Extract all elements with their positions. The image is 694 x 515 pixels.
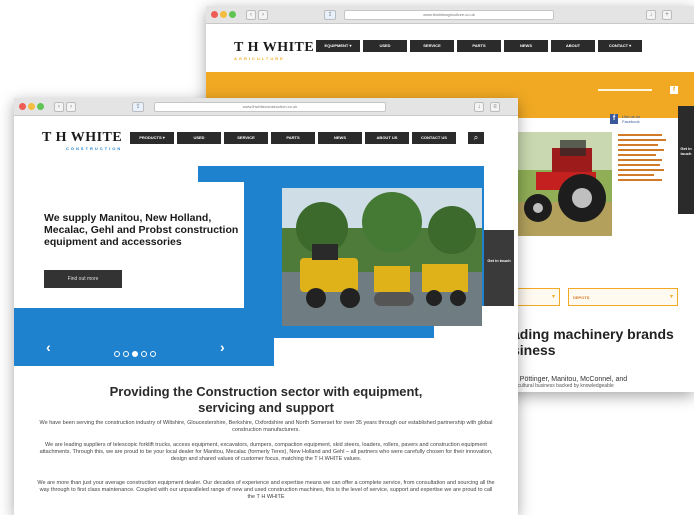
- minimize-window-button[interactable]: [220, 11, 227, 18]
- depot-select[interactable]: DEPOTS ▾: [568, 288, 678, 306]
- nav-item-products[interactable]: PRODUCTS ▾: [130, 132, 174, 144]
- zoom-window-button[interactable]: [229, 11, 236, 18]
- get-in-touch-tab[interactable]: Get in touch: [678, 106, 694, 214]
- nav-item-equipment[interactable]: EQUIPMENT ▾: [316, 40, 360, 52]
- nav-item-contact-us[interactable]: CONTACT US: [412, 132, 456, 144]
- select-left[interactable]: ▾: [514, 288, 560, 306]
- nav-item-parts[interactable]: PARTS: [457, 40, 501, 52]
- section-heading-line1: ading machinery brands: [512, 326, 674, 342]
- slider-dot[interactable]: [150, 351, 156, 357]
- close-window-button[interactable]: [19, 103, 26, 110]
- slider-prev-arrow[interactable]: ‹: [46, 340, 51, 354]
- browser-toolbar: ‹ › ⇪ www.thwhiteagriculture.co.uk ↓ +: [206, 6, 694, 24]
- body-line-2: gricultural business backed by knowledge…: [512, 383, 614, 389]
- nav-item-about-us[interactable]: ABOUT US: [365, 132, 409, 144]
- search-icon[interactable]: ⌕: [468, 132, 484, 144]
- facebook-icon[interactable]: f: [610, 114, 618, 124]
- address-bar[interactable]: www.thwhiteagriculture.co.uk: [344, 10, 554, 20]
- browser-toolbar: ‹ › ⇪ www.thwhiteconstruction.co.uk ↓ ≡: [14, 98, 518, 116]
- download-icon[interactable]: ↓: [646, 10, 656, 20]
- forward-nav-button[interactable]: ›: [66, 102, 76, 112]
- logo-subtitle: CONSTRUCTION: [66, 146, 123, 151]
- nav-item-service[interactable]: SERVICE: [410, 40, 454, 52]
- address-bar[interactable]: www.thwhiteconstruction.co.uk: [154, 102, 386, 112]
- find-out-more-button[interactable]: Find out more: [44, 270, 122, 288]
- slider-dot[interactable]: [141, 351, 147, 357]
- get-in-touch-tab[interactable]: Get in touch: [484, 230, 514, 306]
- chevron-down-icon: ▾: [669, 294, 673, 300]
- logo-text: T H WHITE: [234, 40, 315, 55]
- slider-dot[interactable]: [123, 351, 129, 357]
- suppliers-paragraph: We are leading suppliers of telescopic f…: [39, 442, 493, 462]
- nav-item-used[interactable]: USED: [363, 40, 407, 52]
- nav-item-news[interactable]: NEWS: [504, 40, 548, 52]
- section-heading: Providing the Construction sector with e…: [109, 384, 423, 415]
- new-tab-button[interactable]: +: [662, 10, 672, 20]
- nav-item-contact[interactable]: CONTACT ▾: [598, 40, 642, 52]
- intro-paragraph: We have been serving the construction in…: [39, 420, 493, 433]
- forward-nav-button[interactable]: ›: [258, 10, 268, 20]
- banner-text-line: [598, 89, 652, 91]
- hero-image: [282, 188, 482, 326]
- site-logo[interactable]: T H WHITE AGRICULTURE: [234, 40, 314, 61]
- service-paragraph: We are more than just your average const…: [37, 480, 495, 500]
- nav-item-news[interactable]: NEWS: [318, 132, 362, 144]
- nav-item-about[interactable]: ABOUT: [551, 40, 595, 52]
- slider-dot[interactable]: [114, 351, 120, 357]
- nav-item-service[interactable]: SERVICE: [224, 132, 268, 144]
- depot-select-value: DEPOTS: [573, 295, 590, 300]
- close-window-button[interactable]: [211, 11, 218, 18]
- brands-text: n, Pöttinger, Manitou, McConnel, and: [512, 376, 628, 383]
- slider-next-arrow[interactable]: ›: [220, 340, 225, 354]
- chevron-down-icon: ▾: [551, 294, 555, 300]
- slider-dot[interactable]: [132, 351, 138, 357]
- minimize-window-button[interactable]: [28, 103, 35, 110]
- facebook-banner-icon[interactable]: f: [670, 86, 678, 94]
- browser-window-construction: ‹ › ⇪ www.thwhiteconstruction.co.uk ↓ ≡ …: [14, 98, 518, 515]
- logo-subtitle: AGRICULTURE: [234, 56, 285, 61]
- facebook-label[interactable]: Like us on Facebook: [622, 114, 658, 124]
- download-icon[interactable]: ↓: [474, 102, 484, 112]
- facebook-feed-text: [618, 134, 668, 184]
- section-heading-line2: siness: [512, 342, 556, 358]
- back-nav-button[interactable]: ‹: [54, 102, 64, 112]
- get-in-touch-label: Get in touch: [680, 146, 692, 156]
- hero-title: We supply Manitou, New Holland, Mecalac,…: [44, 212, 239, 248]
- share-icon[interactable]: ⇪: [324, 10, 336, 20]
- reader-icon[interactable]: ≡: [490, 102, 500, 112]
- tractor-image: [516, 132, 612, 236]
- nav-item-parts[interactable]: PARTS: [271, 132, 315, 144]
- site-logo[interactable]: T H WHITE CONSTRUCTION: [42, 130, 122, 151]
- back-nav-button[interactable]: ‹: [246, 10, 256, 20]
- slider-dots: [114, 344, 159, 357]
- zoom-window-button[interactable]: [37, 103, 44, 110]
- get-in-touch-label: Get in touch: [487, 258, 511, 263]
- share-icon[interactable]: ⇪: [132, 102, 144, 112]
- hero-slider: Get in touch We supply Manitou, New Holl…: [14, 158, 518, 366]
- logo-text: T H WHITE: [42, 130, 123, 145]
- nav-item-used[interactable]: USED: [177, 132, 221, 144]
